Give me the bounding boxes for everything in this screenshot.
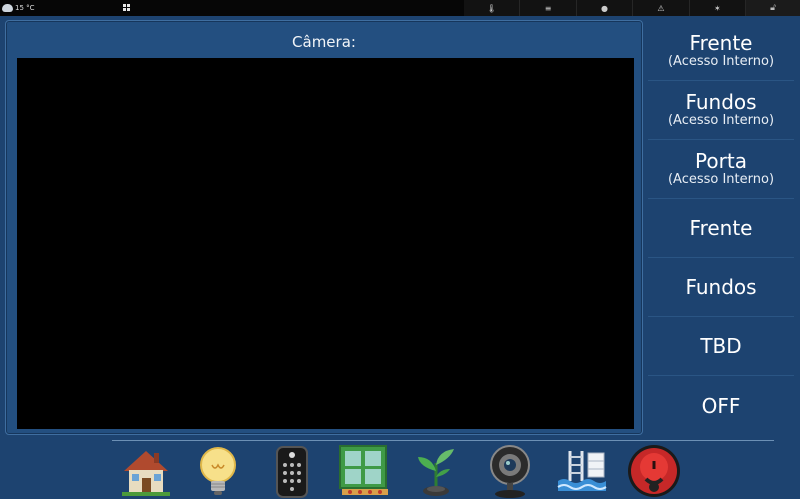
menu-item-sublabel: (Acesso Interno) [667, 54, 775, 69]
temperature-label: 15 °C [15, 4, 35, 12]
menu-item-label: Fundos [685, 275, 757, 299]
warning-icon[interactable]: ⚠ [633, 0, 690, 16]
camera-title: Câmera: [292, 33, 356, 51]
sliders-icon[interactable]: ≡ [520, 0, 577, 16]
menu-item-frente[interactable]: Frente [648, 199, 794, 258]
menu-item-label: TBD [700, 334, 742, 358]
menu-item-label: Porta [695, 149, 747, 173]
system-tray: 🌡︎ ≡ ● ⚠ ✶ [464, 0, 747, 16]
brightness-icon[interactable]: ● [577, 0, 634, 16]
menu-item-label: Frente [689, 31, 753, 55]
menu-item-porta-interno[interactable]: Porta (Acesso Interno) [648, 140, 794, 199]
menu-item-tbd[interactable]: TBD [648, 317, 794, 376]
menu-item-sublabel: (Acesso Interno) [667, 172, 775, 187]
light-bulb-icon[interactable] [190, 443, 246, 499]
windows-start-icon[interactable] [123, 4, 131, 12]
cloud-icon [2, 4, 13, 12]
lock-icon[interactable]: 🔓︎ [746, 0, 800, 16]
house-icon[interactable] [118, 443, 174, 499]
menu-item-fundos-interno[interactable]: Fundos (Acesso Interno) [648, 81, 794, 140]
bottom-dock [112, 441, 702, 499]
webcam-icon[interactable] [482, 443, 538, 499]
sun-icon[interactable]: ✶ [690, 0, 747, 16]
camera-panel: Câmera: [5, 20, 643, 435]
menu-item-frente-interno[interactable]: Frente (Acesso Interno) [648, 22, 794, 81]
menu-item-label: Frente [689, 216, 753, 240]
taskbar: 15 °C 🌡︎ ≡ ● ⚠ ✶ 🔓︎ [0, 0, 800, 16]
menu-item-fundos[interactable]: Fundos [648, 258, 794, 317]
menu-item-off[interactable]: OFF [648, 376, 794, 435]
menu-item-sublabel: (Acesso Interno) [667, 113, 775, 128]
plant-sprout-icon[interactable] [408, 443, 464, 499]
camera-view [17, 58, 634, 429]
pool-icon[interactable] [554, 443, 610, 499]
camera-selection-menu: Frente (Acesso Interno) Fundos (Acesso I… [648, 22, 794, 435]
alarm-button-icon[interactable] [626, 443, 682, 499]
menu-item-label: Fundos [685, 90, 757, 114]
window-icon[interactable] [336, 443, 392, 499]
weather-widget[interactable]: 15 °C [2, 1, 35, 15]
thermometer-icon[interactable]: 🌡︎ [464, 0, 521, 16]
menu-item-label: OFF [701, 393, 741, 418]
door-lock-keypad-icon[interactable] [264, 443, 320, 499]
